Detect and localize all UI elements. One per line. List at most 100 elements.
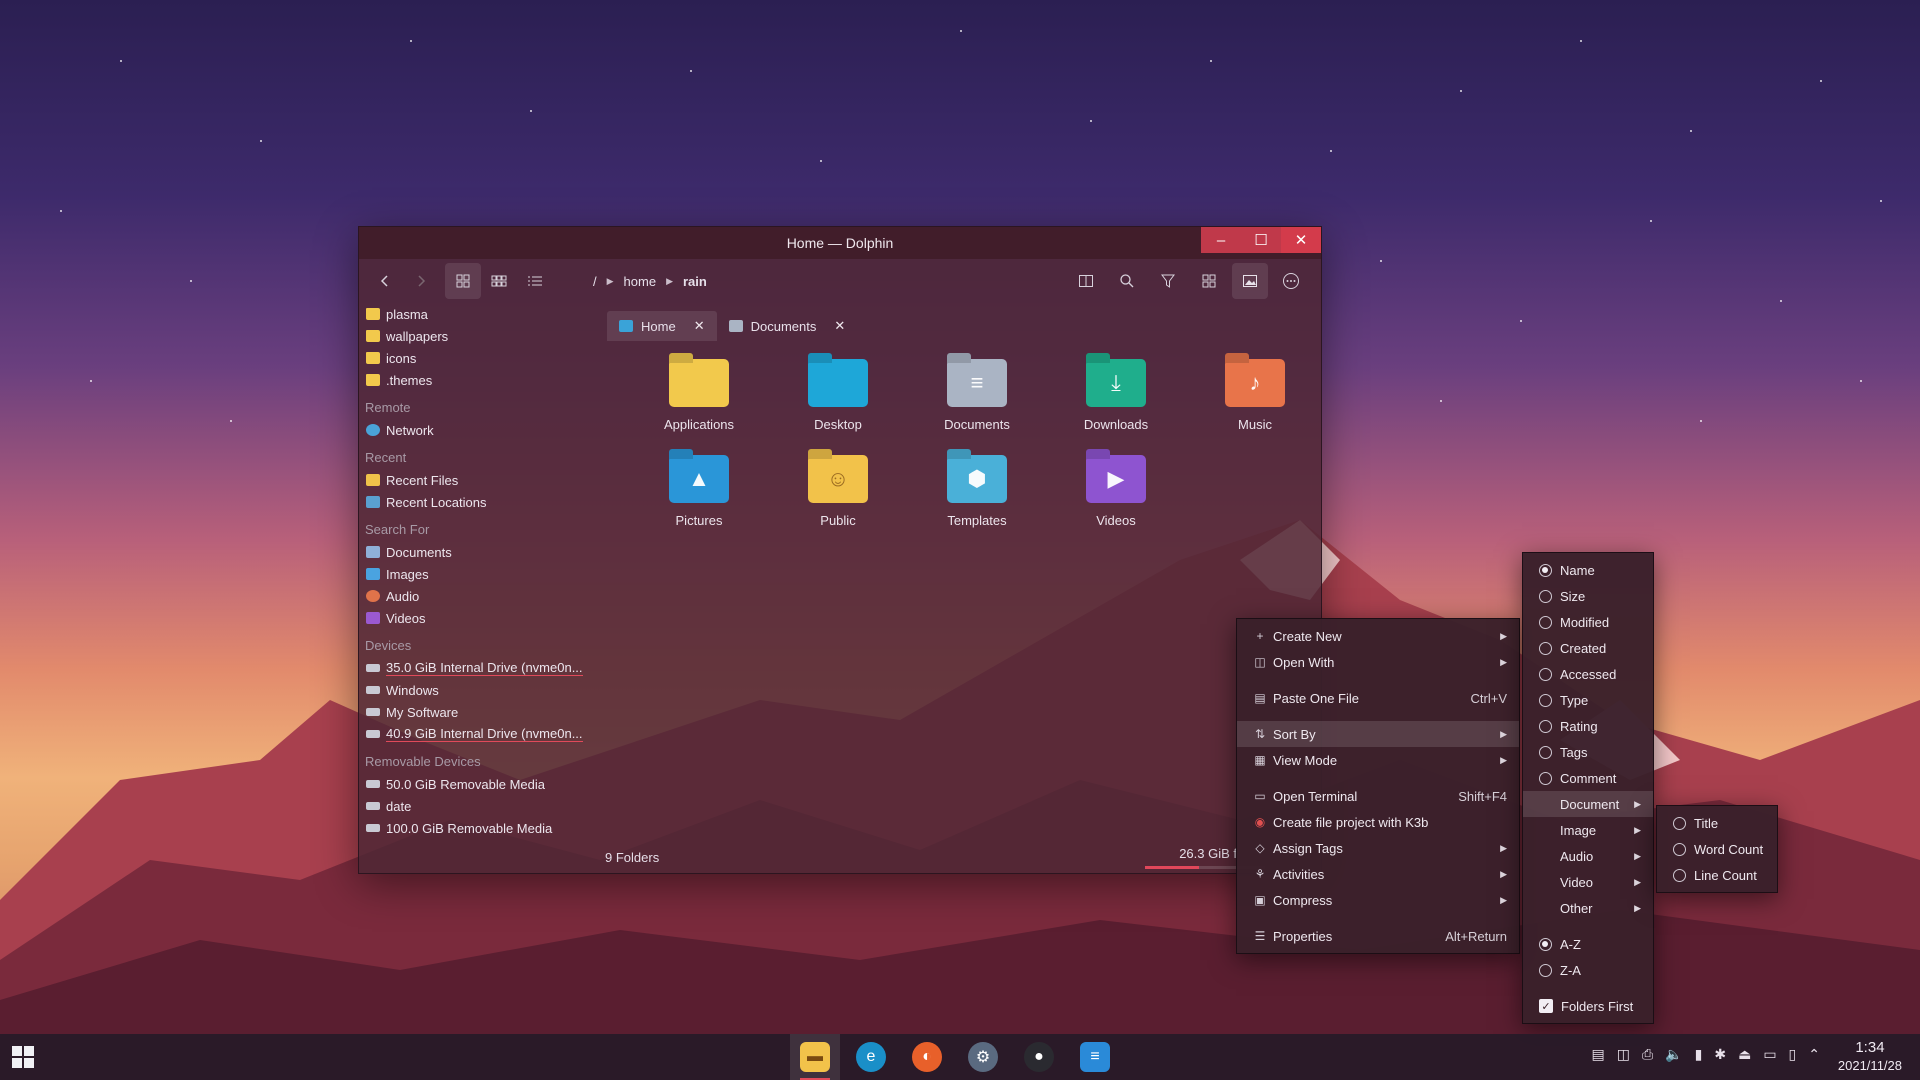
taskbar-app-dolphin[interactable]: ▬ — [790, 1034, 840, 1080]
sort-video[interactable]: Video ▶ — [1523, 869, 1653, 895]
folder-public[interactable]: ☺ Public — [778, 455, 898, 528]
close-icon[interactable]: ✕ — [694, 318, 705, 334]
details-view-icon[interactable] — [517, 263, 553, 299]
sort-accessed[interactable]: Accessed — [1523, 661, 1653, 687]
menu-sort-by[interactable]: ⇅ Sort By ▶ — [1237, 721, 1519, 747]
sort-audio[interactable]: Audio ▶ — [1523, 843, 1653, 869]
taskbar-app-notes[interactable]: ≡ — [1070, 1034, 1120, 1080]
icons-view-icon[interactable] — [445, 263, 481, 299]
chevron-up-icon[interactable]: ⌃ — [1808, 1046, 1820, 1063]
more-options-icon[interactable] — [1273, 263, 1309, 299]
battery-icon[interactable]: ▮ — [1695, 1046, 1703, 1063]
sort-document-line-count[interactable]: Line Count — [1657, 862, 1777, 888]
sort-tags[interactable]: Tags — [1523, 739, 1653, 765]
maximize-button[interactable]: ☐ — [1241, 227, 1281, 253]
sort-size[interactable]: Size — [1523, 583, 1653, 609]
back-icon[interactable] — [367, 263, 403, 299]
menu-create-new[interactable]: + Create New ▶ — [1237, 623, 1519, 649]
sidebar-item-search-audio[interactable]: Audio — [365, 585, 597, 607]
file-label: Public — [820, 513, 856, 528]
folder-downloads[interactable]: ⤓ Downloads — [1056, 359, 1176, 432]
sidebar-item-wallpapers[interactable]: wallpapers — [365, 325, 597, 347]
folder-pictures[interactable]: ▲ Pictures — [639, 455, 759, 528]
sort-document[interactable]: Document ▶ — [1523, 791, 1653, 817]
menu-view-mode[interactable]: ▦ View Mode ▶ — [1237, 747, 1519, 773]
sidebar-item-themes[interactable]: .themes — [365, 369, 597, 391]
folder-desktop[interactable]: Desktop — [778, 359, 898, 432]
split-view-icon[interactable] — [1068, 263, 1104, 299]
sort-rating[interactable]: Rating — [1523, 713, 1653, 739]
apps-grid-icon[interactable] — [1191, 263, 1227, 299]
sidebar-item-search-images[interactable]: Images — [365, 563, 597, 585]
sidebar-item-removable-date[interactable]: date — [365, 795, 597, 817]
sidebar-item-device-my-software[interactable]: My Software — [365, 701, 597, 723]
usb-icon[interactable]: ⏏ — [1738, 1046, 1751, 1063]
sort-z-a[interactable]: Z-A — [1523, 957, 1653, 983]
sidebar-item-recent-locations[interactable]: Recent Locations — [365, 491, 597, 513]
tab-home[interactable]: Home ✕ — [607, 311, 717, 341]
minimize-button[interactable]: – — [1201, 227, 1241, 253]
search-icon[interactable] — [1109, 263, 1145, 299]
folder-music[interactable]: ♪ Music — [1195, 359, 1315, 432]
menu-compress[interactable]: ▣ Compress ▶ — [1237, 887, 1519, 913]
sidebar-item-removable-1[interactable]: 50.0 GiB Removable Media — [365, 773, 597, 795]
sort-comment[interactable]: Comment — [1523, 765, 1653, 791]
printer-icon[interactable]: ⎙ — [1642, 1046, 1653, 1063]
taskbar-app-edge[interactable]: e — [846, 1034, 896, 1080]
folder-templates[interactable]: ⬢ Templates — [917, 455, 1037, 528]
menu-open-with[interactable]: ◫ Open With ▶ — [1237, 649, 1519, 675]
filter-icon[interactable] — [1150, 263, 1186, 299]
start-menu-icon[interactable] — [12, 1046, 34, 1068]
window-titlebar[interactable]: Home — Dolphin – ☐ ✕ — [359, 227, 1321, 259]
sort-modified[interactable]: Modified — [1523, 609, 1653, 635]
taskbar-app-firefox[interactable]: ◐ — [902, 1034, 952, 1080]
notes-tray-icon[interactable]: ▤ — [1592, 1046, 1605, 1063]
sidebar-item-device-windows[interactable]: Windows — [365, 679, 597, 701]
folder-videos[interactable]: ▶ Videos — [1056, 455, 1176, 528]
sidebar-item-network[interactable]: Network — [365, 419, 597, 441]
sidebar-item-recent-files[interactable]: Recent Files — [365, 469, 597, 491]
sidebar-item-removable-2[interactable]: 100.0 GiB Removable Media — [365, 817, 597, 839]
sort-name[interactable]: Name — [1523, 557, 1653, 583]
tab-documents[interactable]: Documents ✕ — [717, 311, 858, 341]
sort-created[interactable]: Created — [1523, 635, 1653, 661]
sort-document-word-count[interactable]: Word Count — [1657, 836, 1777, 862]
sidebar-item-plasma[interactable]: plasma — [365, 303, 597, 325]
sort-other[interactable]: Other ▶ — [1523, 895, 1653, 921]
folder-documents[interactable]: ≡ Documents — [917, 359, 1037, 432]
menu-assign-tags[interactable]: ◇ Assign Tags ▶ — [1237, 835, 1519, 861]
taskbar-app-settings[interactable]: ⚙ — [958, 1034, 1008, 1080]
sidebar-item-icons[interactable]: icons — [365, 347, 597, 369]
close-button[interactable]: ✕ — [1281, 227, 1321, 253]
sort-type[interactable]: Type — [1523, 687, 1653, 713]
menu-properties[interactable]: ☰ Properties Alt+Return — [1237, 923, 1519, 949]
sidebar-item-device-1[interactable]: 35.0 GiB Internal Drive (nvme0n... — [365, 657, 597, 679]
breadcrumb-root[interactable]: / — [593, 274, 597, 289]
sort-folders-first[interactable]: ✓ Folders First — [1523, 993, 1653, 1019]
forward-icon[interactable] — [403, 263, 439, 299]
breadcrumb-rain[interactable]: rain — [683, 274, 707, 289]
clipboard-tray-icon[interactable]: ◫ — [1617, 1046, 1630, 1063]
breadcrumb-home[interactable]: home — [624, 274, 657, 289]
menu-activities[interactable]: ⚘ Activities ▶ — [1237, 861, 1519, 887]
bluetooth-icon[interactable]: ✱ — [1714, 1046, 1726, 1063]
compact-view-icon[interactable] — [481, 263, 517, 299]
menu-open-terminal[interactable]: ▭ Open Terminal Shift+F4 — [1237, 783, 1519, 809]
sort-image[interactable]: Image ▶ — [1523, 817, 1653, 843]
menu-paste[interactable]: ▤ Paste One File Ctrl+V — [1237, 685, 1519, 711]
volume-icon[interactable]: 🔈 — [1665, 1046, 1682, 1063]
close-icon[interactable]: ✕ — [834, 318, 845, 334]
sidebar-item-search-videos[interactable]: Videos — [365, 607, 597, 629]
preview-image-icon[interactable] — [1232, 263, 1268, 299]
taskbar-app-github[interactable]: ● — [1014, 1034, 1064, 1080]
clock[interactable]: 1:34 2021/11/28 — [1838, 1039, 1902, 1073]
sort-a-z[interactable]: A-Z — [1523, 931, 1653, 957]
sidebar-item-search-documents[interactable]: Documents — [365, 541, 597, 563]
menu-k3b[interactable]: ◉ Create file project with K3b — [1237, 809, 1519, 835]
sort-document-title[interactable]: Title — [1657, 810, 1777, 836]
folder-applications[interactable]: Applications — [639, 359, 759, 432]
sidebar-item-device-2[interactable]: 40.9 GiB Internal Drive (nvme0n... — [365, 723, 597, 745]
display-icon[interactable]: ▯ — [1789, 1046, 1797, 1063]
network-tray-icon[interactable]: ▭ — [1763, 1046, 1776, 1063]
drive-icon — [366, 664, 380, 672]
